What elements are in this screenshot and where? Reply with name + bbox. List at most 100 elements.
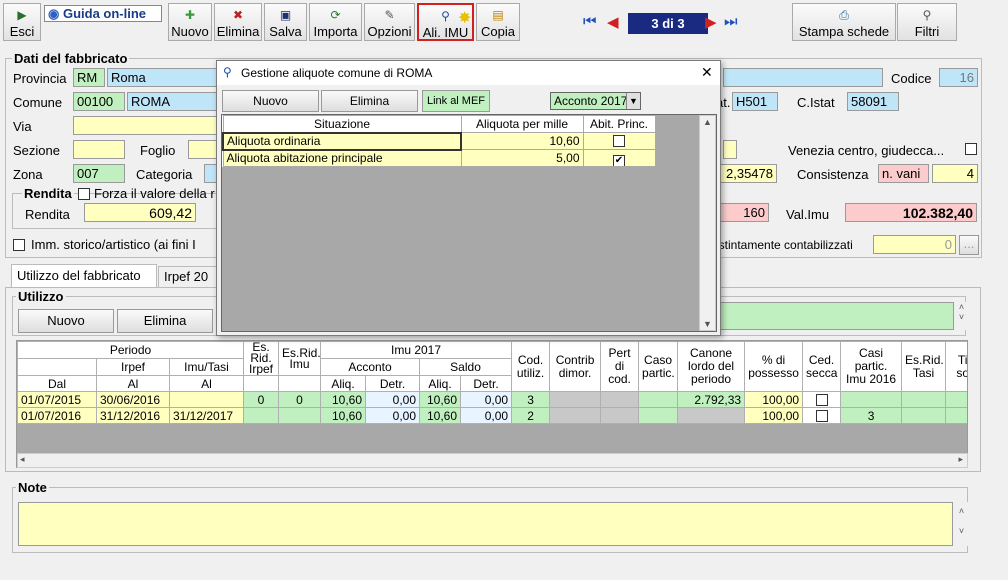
cell-cod[interactable]: 3 xyxy=(511,391,551,408)
provincia-name-tail[interactable] xyxy=(723,68,883,87)
new-icon: ✚ xyxy=(184,8,196,22)
guida-button[interactable]: ◉ Guida on-line xyxy=(44,5,162,22)
storico-checkbox[interactable] xyxy=(13,239,25,251)
cell-esridtasi[interactable] xyxy=(901,407,947,424)
list-item[interactable]: Aliquota abitazione principale 5,00 ✔ xyxy=(222,149,656,167)
cell-dal[interactable]: 01/07/2016 xyxy=(17,407,97,424)
venezia-checkbox[interactable] xyxy=(965,143,977,155)
importa-button[interactable]: ⟳ Importa xyxy=(309,3,362,41)
cell-esrid-irpef[interactable]: 0 xyxy=(243,391,279,408)
via-input[interactable] xyxy=(73,116,219,135)
filtri-button[interactable]: ⚲ Filtri xyxy=(897,3,957,41)
nuovo-button[interactable]: ✚ Nuovo xyxy=(168,3,212,41)
elimina-button[interactable]: ✖ Elimina xyxy=(214,3,262,41)
utilizzo-nuovo-button[interactable]: Nuovo xyxy=(18,309,114,333)
cell-aliq1[interactable]: 10,60 xyxy=(320,391,366,408)
cell-tipo[interactable] xyxy=(945,407,967,424)
cell-pert[interactable] xyxy=(600,407,640,424)
cell-contrib[interactable] xyxy=(549,407,602,424)
consistenza-value[interactable]: 4 xyxy=(932,164,978,183)
cell-aliq2[interactable]: 10,60 xyxy=(419,407,461,424)
prev-record-icon[interactable]: ◀ xyxy=(607,13,619,31)
cell-possesso[interactable]: 100,00 xyxy=(744,407,804,424)
cell-detr2[interactable]: 0,00 xyxy=(459,407,513,424)
cell-esrid-irpef[interactable] xyxy=(243,407,279,424)
close-icon[interactable]: ✕ xyxy=(701,64,713,81)
cell-aliq2[interactable]: 10,60 xyxy=(419,391,461,408)
ced-checkbox[interactable] xyxy=(815,410,828,422)
stampa-schede-button[interactable]: ⎙ Stampa schede xyxy=(792,3,896,41)
h-al1: Al xyxy=(96,375,170,392)
comune-name[interactable]: ROMA xyxy=(127,92,217,111)
foglio-input[interactable] xyxy=(188,140,219,159)
cell-esrid-imu[interactable] xyxy=(278,407,321,424)
period-select[interactable]: Acconto 2017 ▼ xyxy=(550,92,641,110)
cell-cod[interactable]: 2 xyxy=(511,407,551,424)
utilizzo-scroll[interactable]: ˄ ˅ xyxy=(955,302,968,330)
cell-caso[interactable] xyxy=(638,407,679,424)
cell-dal[interactable]: 01/07/2015 xyxy=(17,391,97,408)
cell-al2[interactable]: 31/12/2017 xyxy=(169,407,244,424)
cell-tipo[interactable] xyxy=(945,391,967,408)
note-scroll[interactable]: ˄ ˅ xyxy=(955,502,968,546)
cell-pert[interactable] xyxy=(600,391,640,408)
consistenza-unit[interactable]: n. vani xyxy=(878,164,929,183)
cell-situazione[interactable]: Aliquota ordinaria xyxy=(222,131,462,151)
provincia-name[interactable]: Roma xyxy=(107,68,217,87)
tab-irpef[interactable]: Irpef 20 xyxy=(158,266,218,288)
contab-ellipsis-button[interactable]: ... xyxy=(959,235,979,255)
table-row[interactable]: 01/07/2015 30/06/2016 0 0 10,60 0,00 10,… xyxy=(17,391,967,408)
cell-esridtasi[interactable] xyxy=(901,391,947,408)
abit-checkbox[interactable]: ✔ xyxy=(613,154,625,166)
cell-esrid-imu[interactable]: 0 xyxy=(278,391,321,408)
utilizzo-elimina-button[interactable]: Elimina xyxy=(117,309,213,333)
rendita-value[interactable]: 609,42 xyxy=(84,203,196,222)
link-mef-button[interactable]: Link al MEF xyxy=(422,90,490,112)
cell-contrib[interactable] xyxy=(549,391,602,408)
tab-utilizzo[interactable]: Utilizzo del fabbricato xyxy=(11,264,157,288)
note-textarea[interactable] xyxy=(18,502,953,546)
cell-al1[interactable]: 30/06/2016 xyxy=(96,391,170,408)
provincia-code[interactable]: RM xyxy=(73,68,105,87)
pink-value: 160 xyxy=(715,203,769,222)
cell-detr1[interactable]: 0,00 xyxy=(365,391,420,408)
comune-code[interactable]: 00100 xyxy=(73,92,125,111)
subalterno-input[interactable] xyxy=(723,140,737,159)
forza-checkbox[interactable] xyxy=(78,188,90,200)
cell-possesso[interactable]: 100,00 xyxy=(744,391,804,408)
cell-al2[interactable] xyxy=(169,391,244,408)
last-record-icon[interactable]: ⏭ xyxy=(724,13,738,30)
opzioni-button[interactable]: ✎ Opzioni xyxy=(364,3,415,41)
grid-hscroll[interactable]: ◂ ▸ xyxy=(17,453,968,468)
sezione-input[interactable] xyxy=(73,140,125,159)
cell-detr2[interactable]: 0,00 xyxy=(459,391,513,408)
list-item[interactable]: Aliquota ordinaria 10,60 xyxy=(222,131,656,151)
abit-checkbox[interactable] xyxy=(613,134,625,147)
cell-canone[interactable] xyxy=(677,407,746,424)
cell-aliq1[interactable]: 10,60 xyxy=(320,407,366,424)
h-aliq2: Aliq. xyxy=(419,375,461,392)
partial-value: 2,35478 xyxy=(715,164,777,183)
cell-casi[interactable]: 3 xyxy=(840,407,903,424)
cell-caso[interactable] xyxy=(638,391,679,408)
next-record-icon[interactable]: ▶ xyxy=(705,13,717,31)
cell-canone[interactable]: 2.792,33 xyxy=(677,391,746,408)
first-record-icon[interactable]: ⏮ xyxy=(583,13,597,30)
cell-situazione[interactable]: Aliquota abitazione principale xyxy=(222,149,462,167)
cell-aliquota[interactable]: 10,60 xyxy=(460,132,584,150)
salva-button[interactable]: ▣ Salva xyxy=(264,3,307,41)
cell-al1[interactable]: 31/12/2016 xyxy=(96,407,170,424)
dialog-vscroll[interactable]: ▲ ▼ xyxy=(699,115,716,331)
cell-casi[interactable] xyxy=(840,391,903,408)
zona-value[interactable]: 007 xyxy=(73,164,125,183)
dialog-nuovo-button[interactable]: Nuovo xyxy=(222,90,319,112)
copia-button[interactable]: ▤ Copia xyxy=(476,3,520,41)
h-contrib: Contrib dimor. xyxy=(549,341,602,392)
h-caso: Caso partic. xyxy=(638,341,679,392)
dialog-elimina-button[interactable]: Elimina xyxy=(321,90,418,112)
ced-checkbox[interactable] xyxy=(815,394,828,406)
cell-detr1[interactable]: 0,00 xyxy=(365,407,420,424)
esci-button[interactable]: ▶ Esci xyxy=(3,3,41,41)
cell-aliquota[interactable]: 5,00 xyxy=(460,149,584,167)
table-row[interactable]: 01/07/2016 31/12/2016 31/12/2017 10,60 0… xyxy=(17,407,967,424)
